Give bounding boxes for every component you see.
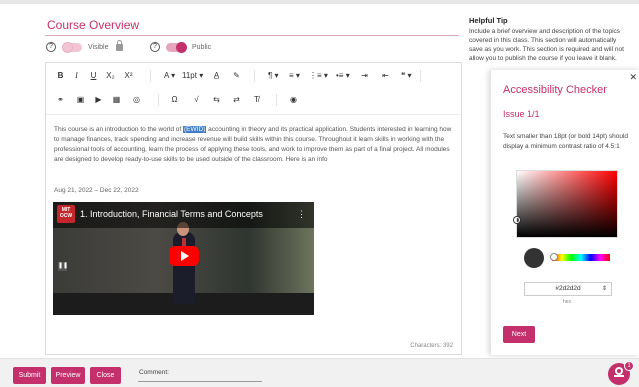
- hue-slider-handle[interactable]: [550, 253, 558, 261]
- indent-icon[interactable]: ⇥: [360, 71, 369, 81]
- bold-button[interactable]: B: [56, 71, 65, 81]
- toggle-knob: [62, 41, 73, 53]
- outdent-icon[interactable]: ⇤: [381, 71, 390, 81]
- font-size-select[interactable]: 11pt ▾: [182, 71, 203, 81]
- paragraph-button[interactable]: ¶ ▾: [268, 71, 279, 81]
- public-toggle[interactable]: [166, 41, 187, 53]
- toolbar-separator: [150, 70, 151, 82]
- hex-format-label: hex: [563, 299, 572, 305]
- superscript-button[interactable]: X²: [124, 71, 133, 81]
- toolbar-separator: [276, 94, 277, 106]
- preview-button[interactable]: Preview: [51, 367, 85, 384]
- help-icon[interactable]: ?: [150, 42, 160, 52]
- close-button[interactable]: Close: [90, 367, 121, 384]
- issue-counter: Issue 1/1: [503, 109, 540, 119]
- public-label: Public: [192, 43, 212, 51]
- media-icon[interactable]: ▶: [94, 95, 103, 105]
- color-picker-cursor[interactable]: [514, 217, 520, 223]
- highlight-icon[interactable]: ✎: [232, 71, 241, 81]
- editor-content[interactable]: This course is an introduction to the wo…: [54, 125, 454, 165]
- comment-input[interactable]: [138, 381, 262, 382]
- toggle-knob: [176, 41, 187, 53]
- title-underline: [45, 35, 459, 36]
- link-icon[interactable]: ⚭: [56, 95, 65, 105]
- underline-button[interactable]: U: [89, 71, 98, 81]
- image-icon[interactable]: ▣: [76, 95, 85, 105]
- notification-badge: 1: [624, 361, 634, 371]
- footer-bar: Submit Preview Close Comment:: [0, 358, 639, 387]
- comment-label: Comment:: [139, 369, 169, 376]
- color-picker-area[interactable]: [514, 170, 618, 238]
- page-title: Course Overview: [47, 18, 140, 32]
- blockquote-button[interactable]: ❝ ▾: [401, 71, 412, 81]
- visible-label: Visible: [88, 43, 109, 51]
- toolbar-separator: [420, 70, 421, 82]
- embedded-video[interactable]: MIT OCW 1. Introduction, Financial Terms…: [53, 202, 314, 315]
- character-count: Characters: 392: [410, 343, 453, 349]
- helpful-tip-heading: Helpful Tip: [469, 16, 508, 25]
- align-button[interactable]: ≡ ▾: [289, 71, 300, 81]
- ordered-list-button[interactable]: ⋮≡ ▾: [309, 71, 328, 81]
- font-color-button[interactable]: A ▾: [164, 71, 175, 81]
- helpful-tip-text: Include a brief overview and description…: [469, 28, 624, 62]
- pause-icon[interactable]: ❚❚: [58, 262, 68, 271]
- issue-description: Text smaller than 18pt (or bold 14pt) sh…: [503, 133, 629, 150]
- ltr-icon[interactable]: ⇄: [232, 95, 241, 105]
- next-button[interactable]: Next: [503, 326, 535, 343]
- table-icon[interactable]: ▦: [112, 95, 121, 105]
- italic-button[interactable]: I: [72, 71, 81, 81]
- accessibility-person-arms: [614, 375, 624, 381]
- close-icon[interactable]: ✕: [629, 72, 637, 83]
- content-text-before: This course is an introduction to the wo…: [54, 126, 182, 133]
- rich-text-editor: B I U X₂ X² A ▾ 11pt ▾ A̲ ✎ ¶ ▾ ≡ ▾ ⋮≡ ▾ •≡ ▾ ⇥ ⇤ ❝ ▾ ⚭…: [45, 62, 462, 355]
- help-icon[interactable]: ?: [46, 42, 56, 52]
- color-swatch: [524, 248, 544, 268]
- clear-format-icon[interactable]: T̸: [252, 95, 261, 105]
- more-icon[interactable]: ⋮: [297, 209, 306, 220]
- omega-icon[interactable]: Ω: [170, 95, 179, 105]
- hex-value: #2d2d2d: [555, 285, 581, 292]
- visibility-public-group: ? Public: [150, 41, 212, 53]
- top-rule: [0, 0, 639, 4]
- hex-input[interactable]: #2d2d2d ⇕: [524, 282, 612, 296]
- visible-toggle[interactable]: [62, 41, 82, 53]
- format-toggle-icon[interactable]: ⇕: [602, 283, 607, 295]
- rtl-icon[interactable]: ⇆: [212, 95, 221, 105]
- lock-icon: [115, 39, 123, 51]
- equation-icon[interactable]: √: [192, 95, 201, 105]
- text-color-icon[interactable]: A̲: [212, 71, 221, 81]
- play-icon[interactable]: [169, 246, 199, 266]
- accessibility-checker-panel: ✕ Accessibility Checker Issue 1/1 Text s…: [490, 70, 639, 355]
- subscript-button[interactable]: X₂: [106, 71, 115, 81]
- bullet-list-button[interactable]: •≡ ▾: [336, 71, 350, 81]
- hue-slider[interactable]: [550, 253, 610, 261]
- visibility-visible-group: ? Visible: [46, 39, 123, 53]
- date-range: Aug 21, 2022 – Dec 22, 2022: [54, 187, 139, 194]
- accessibility-check-icon[interactable]: ◉: [289, 95, 298, 105]
- helpful-tip: Helpful Tip Include a brief overview and…: [469, 16, 639, 63]
- highlighted-text: (EWID): [183, 126, 207, 133]
- toolbar-separator: [158, 94, 159, 106]
- panel-title: Accessibility Checker: [503, 84, 607, 96]
- video-title[interactable]: 1. Introduction, Financial Terms and Con…: [80, 209, 263, 219]
- toolbar-separator: [254, 70, 255, 82]
- editor-toolbar: B I U X₂ X² A ▾ 11pt ▾ A̲ ✎ ¶ ▾ ≡ ▾ ⋮≡ ▾ •≡ ▾ ⇥ ⇤ ❝ ▾ ⚭…: [46, 63, 461, 115]
- accessibility-person-icon: [615, 367, 623, 375]
- submit-button[interactable]: Submit: [13, 367, 46, 384]
- mit-ocw-logo[interactable]: MIT OCW: [57, 205, 75, 223]
- embed-icon[interactable]: ◎: [132, 95, 141, 105]
